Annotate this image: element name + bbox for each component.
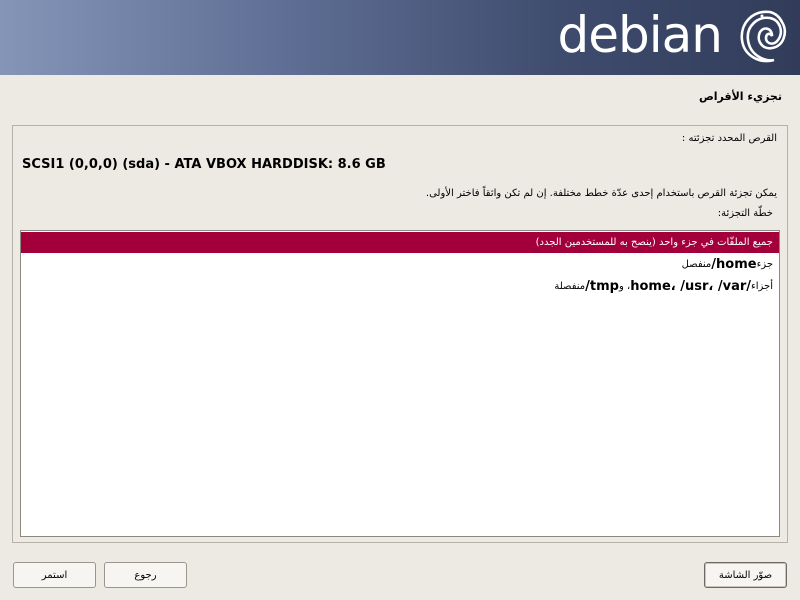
debian-logo-text: debian [557, 6, 723, 64]
partition-panel: القرص المحدد تجزئته : SCSI1 (0,0,0) (sda… [12, 125, 788, 543]
list-item-separate-home-usr-var-tmp[interactable]: أجزاء /home، /usr، /var ، و /tmp منفصلة [21, 276, 779, 297]
list-item-prefix: أجزاء [751, 281, 773, 292]
list-item-suffix: منفصل [681, 259, 712, 270]
list-item-suffix: منفصلة [554, 281, 586, 292]
list-item-path-tmp: /tmp [585, 279, 619, 294]
screenshot-button[interactable]: صوّر الشاشة [704, 562, 787, 588]
page-title: تجزيء الأقراص [698, 90, 782, 103]
partition-scheme-label: خطّة التجزئة: [717, 208, 773, 219]
list-item-all-in-one[interactable]: جميع الملفّات في جزء واحد (ينصح به للمست… [21, 232, 779, 253]
help-text: يمكن تجزئة القرص باستخدام إحدى عدّة خطط … [425, 188, 777, 199]
selected-disk-label: القرص المحدد تجزئته : [681, 133, 777, 144]
list-item-label: جميع الملفّات في جزء واحد (ينصح به للمست… [535, 237, 773, 248]
debian-swirl-icon [740, 10, 786, 63]
list-item-prefix: جزء [756, 259, 773, 270]
selected-disk-name: SCSI1 (0,0,0) (sda) - ATA VBOX HARDDISK:… [22, 157, 386, 172]
debian-banner: debian [0, 0, 800, 75]
list-item-separate-home[interactable]: جزء /home منفصل [21, 254, 779, 275]
continue-button[interactable]: استمر [13, 562, 96, 588]
back-button[interactable]: رجوع [104, 562, 187, 588]
list-item-conjunction: ، و [618, 281, 631, 292]
partition-scheme-list[interactable]: جميع الملفّات في جزء واحد (ينصح به للمست… [20, 230, 780, 537]
list-item-paths: /home، /usr، /var [630, 279, 752, 294]
list-item-path: /home [711, 257, 757, 272]
